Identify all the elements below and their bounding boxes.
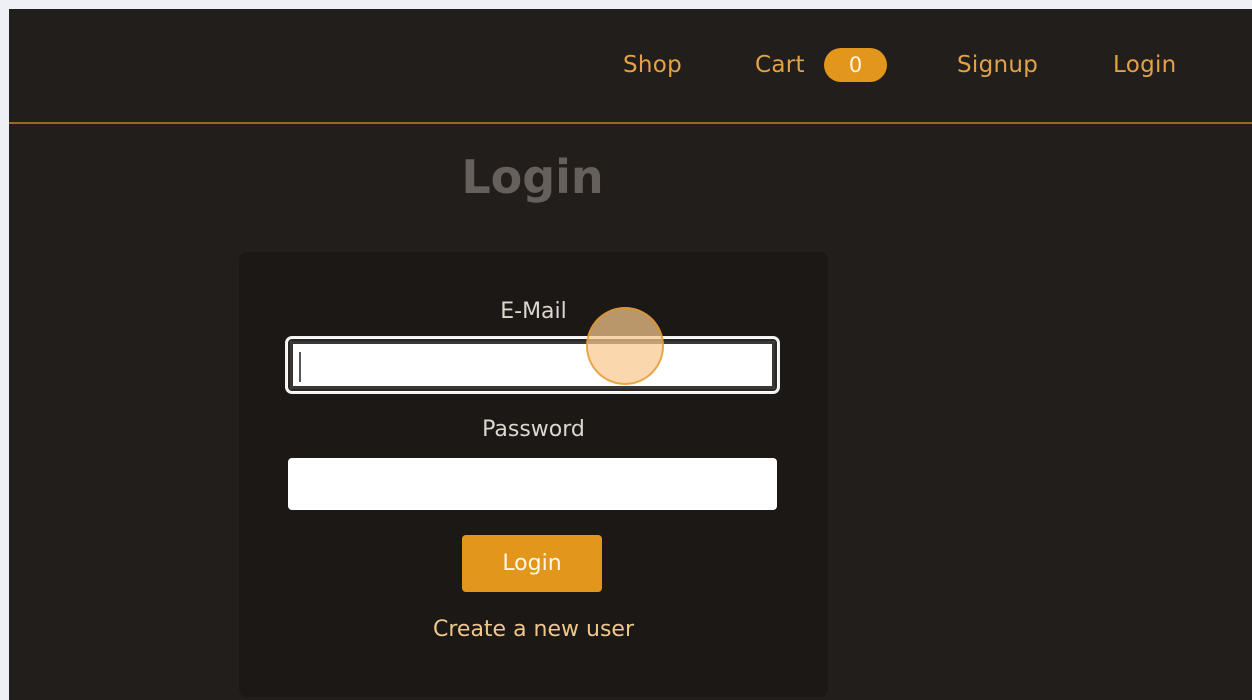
- login-button[interactable]: Login: [462, 535, 602, 592]
- nav-login-link[interactable]: Login: [1113, 49, 1177, 81]
- text-caret: [299, 352, 301, 382]
- create-user-link[interactable]: Create a new user: [239, 615, 828, 645]
- page-title: Login: [461, 150, 604, 204]
- top-navbar: Shop Cart 0 Signup Login: [9, 9, 1252, 124]
- password-label: Password: [482, 417, 585, 442]
- nav-signup-link[interactable]: Signup: [957, 49, 1038, 81]
- email-input[interactable]: [285, 336, 780, 394]
- nav-cart-link[interactable]: Cart: [755, 49, 805, 81]
- nav-shop-link[interactable]: Shop: [623, 49, 682, 81]
- cart-count-badge[interactable]: 0: [824, 48, 887, 82]
- email-label: E-Mail: [500, 299, 567, 324]
- password-input[interactable]: [288, 458, 777, 510]
